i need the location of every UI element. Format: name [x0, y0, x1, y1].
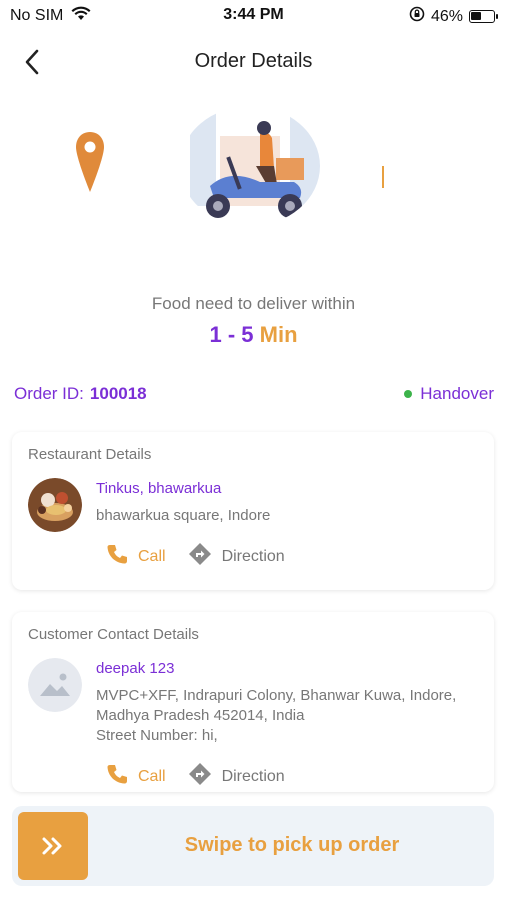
order-id-value: 100018	[89, 384, 147, 403]
delivery-unit: Min	[259, 322, 298, 347]
status-dot-icon	[404, 390, 413, 398]
header: Order Details	[0, 40, 507, 84]
call-label: Call	[138, 547, 166, 565]
phone-icon	[106, 543, 128, 570]
restaurant-direction-button[interactable]: Direction	[188, 542, 285, 571]
delivery-time: 1 - 5 Min	[0, 322, 507, 348]
delivery-message: Food need to deliver within	[151, 294, 356, 313]
customer-call-button[interactable]: Call	[106, 763, 166, 790]
customer-address: MVPC+XFF, Indrapuri Colony, Bhanwar Kuwa…	[96, 686, 486, 746]
restaurant-section-title: Restaurant Details	[28, 446, 152, 463]
status-bar: No SIM 3:44 PM 46%	[0, 0, 507, 32]
battery-icon	[469, 10, 498, 23]
status-right: 46%	[409, 6, 498, 27]
order-info-row: Order ID: 100018 Handover	[14, 384, 494, 408]
delivery-hero	[0, 100, 507, 240]
restaurant-actions: Call Direction	[106, 542, 285, 571]
image-placeholder-icon	[28, 658, 82, 712]
customer-actions: Call Direction	[106, 762, 285, 791]
order-status: Handover	[404, 384, 494, 404]
customer-direction-button[interactable]: Direction	[188, 762, 285, 791]
direction-label: Direction	[221, 767, 285, 785]
restaurant-avatar	[28, 478, 82, 532]
call-label: Call	[138, 767, 166, 785]
scooter-illustration	[180, 106, 320, 226]
swipe-label: Swipe to pick up order	[184, 834, 400, 856]
customer-section-title: Customer Contact Details	[28, 626, 199, 643]
swipe-pickup-bar[interactable]: Swipe to pick up order	[12, 806, 494, 886]
status-text: Handover	[420, 384, 494, 403]
customer-street: Street Number: hi,	[96, 727, 218, 744]
double-chevron-right-icon	[42, 837, 62, 855]
direction-icon	[188, 762, 212, 791]
direction-label: Direction	[221, 547, 285, 565]
restaurant-address: bhawarkua square, Indore	[96, 507, 271, 524]
restaurant-name: Tinkus, bhawarkua	[96, 480, 222, 497]
order-id-label: Order ID:	[14, 384, 84, 403]
hero-divider	[382, 166, 384, 188]
customer-address-line2: Madhya Pradesh 452014, India	[96, 707, 305, 724]
customer-address-line1: MVPC+XFF, Indrapuri Colony, Bhanwar Kuwa…	[96, 687, 457, 704]
location-pin-icon	[74, 130, 106, 199]
battery-level	[471, 12, 481, 20]
battery-percent: 46%	[430, 7, 463, 25]
customer-name: deepak 123	[96, 660, 175, 677]
restaurant-card: Restaurant Details Tinkus, bhawarkua bha…	[12, 432, 494, 590]
swipe-handle[interactable]	[18, 812, 88, 880]
page-title: Order Details	[194, 50, 313, 72]
phone-icon	[106, 763, 128, 790]
customer-avatar	[28, 658, 82, 712]
restaurant-call-button[interactable]: Call	[106, 543, 166, 570]
customer-card: Customer Contact Details deepak 123 MVPC…	[12, 612, 494, 792]
orientation-lock-icon	[409, 6, 425, 27]
delivery-range: 1 - 5	[209, 322, 254, 347]
direction-icon	[188, 542, 212, 571]
